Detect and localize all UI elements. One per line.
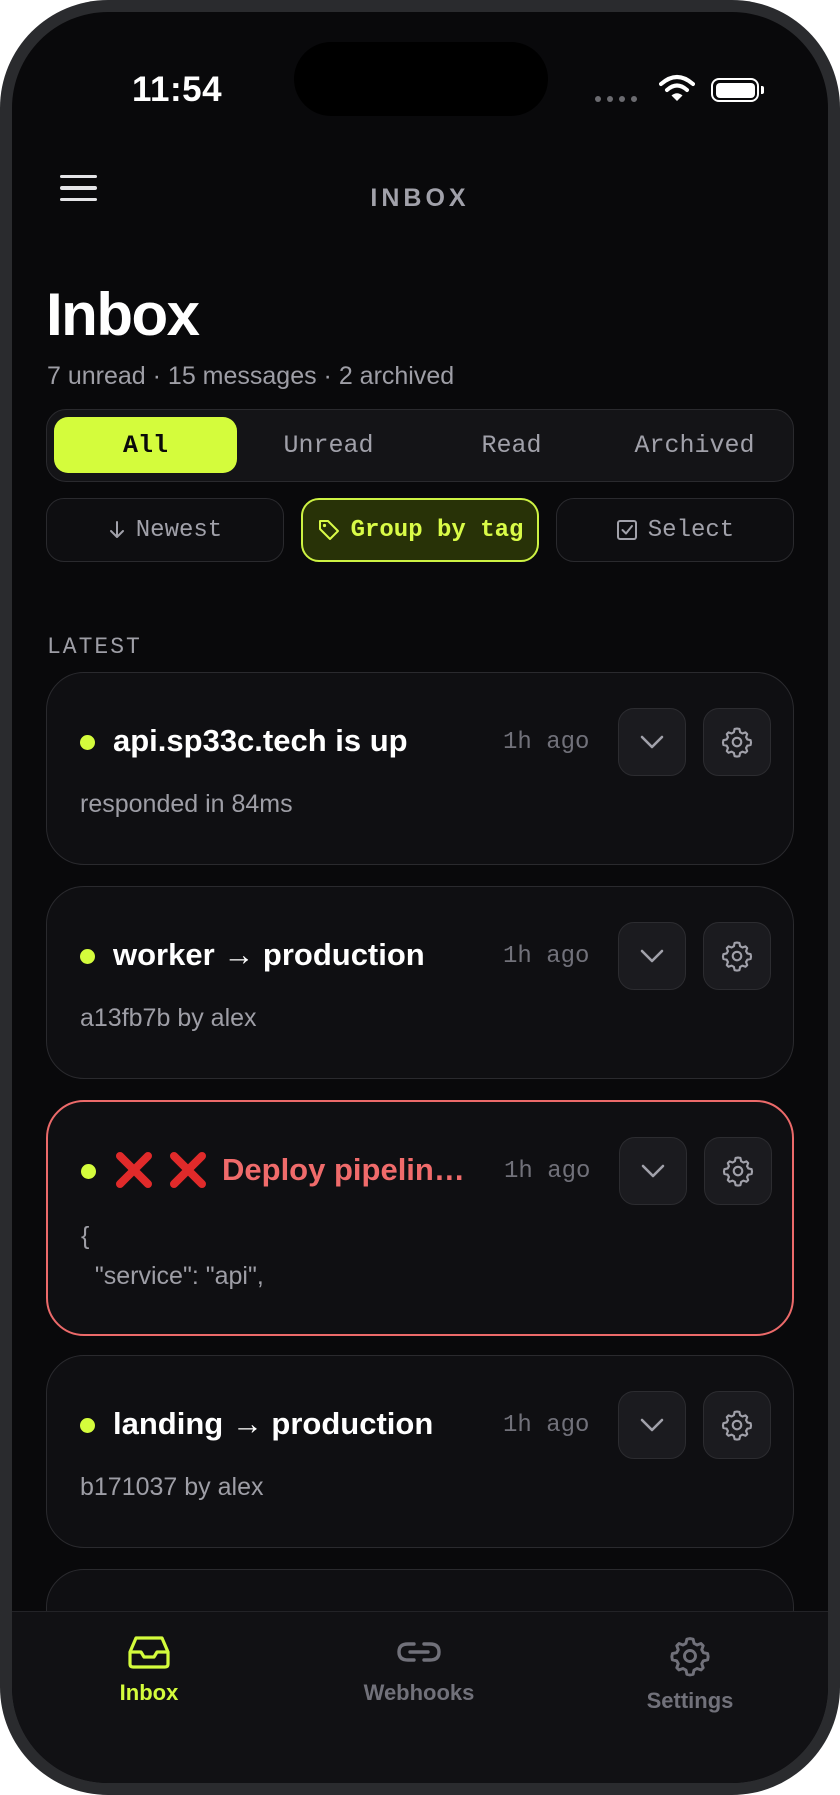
tag-icon [318, 520, 339, 540]
tabbar-label: Settings [646, 1688, 734, 1713]
message-title: Deploy pipeline failed [222, 1152, 474, 1187]
chevron-down-icon [640, 949, 664, 963]
tab-read[interactable]: Read [420, 417, 603, 473]
unread-dot [81, 1164, 96, 1179]
expand-button[interactable] [618, 1391, 686, 1459]
device-frame: 11:54 INBOX Inbox 7 unread · 15 messages… [0, 0, 840, 1795]
tab-unread[interactable]: Unread [237, 417, 420, 473]
chevron-down-icon [640, 1418, 664, 1432]
message-title: api.sp33c.tech is up [113, 723, 408, 758]
gear-icon [722, 1156, 754, 1187]
message-time: 1h ago [503, 729, 590, 756]
page-subtitle: 7 unread · 15 messages · 2 archived [47, 362, 455, 390]
message-settings-button[interactable] [703, 708, 771, 776]
expand-button[interactable] [619, 1137, 687, 1205]
error-icons [114, 1150, 208, 1190]
unread-dot [80, 735, 95, 750]
tabbar-item-settings[interactable]: Settings [590, 1612, 790, 1732]
link-icon [397, 1642, 441, 1662]
message-title: landing → production [113, 1406, 434, 1441]
checkbox-icon [616, 520, 637, 540]
inbox-icon [128, 1636, 170, 1669]
message-settings-button[interactable] [703, 922, 771, 990]
tab-archived[interactable]: Archived [603, 417, 786, 473]
expand-button[interactable] [618, 708, 686, 776]
hamburger-icon [60, 174, 97, 179]
unread-dot [80, 949, 95, 964]
message-settings-button[interactable] [703, 1391, 771, 1459]
tab-all[interactable]: All [54, 417, 237, 473]
group-label: Group by tag [350, 516, 524, 544]
cellular-signal-icon [595, 96, 637, 102]
select-label: Select [647, 516, 735, 544]
x-icon [170, 1152, 206, 1188]
section-label: LATEST [47, 634, 142, 660]
battery-icon [711, 78, 764, 102]
message-time: 1h ago [503, 1412, 590, 1439]
tabbar-item-inbox[interactable]: Inbox [49, 1612, 249, 1732]
wifi-icon [659, 75, 695, 101]
message-preview: { "service": "api", [81, 1222, 264, 1290]
message-preview: a13fb7b by alex [80, 1004, 257, 1032]
bottom-tab-bar: Inbox Webhooks Settings [12, 1611, 828, 1783]
sort-button[interactable]: Newest [46, 498, 284, 562]
message-settings-button[interactable] [704, 1137, 772, 1205]
status-time: 11:54 [131, 70, 223, 109]
gear-icon [721, 941, 753, 972]
page-title: Inbox [46, 281, 200, 348]
tabbar-label: Inbox [119, 1680, 179, 1705]
arrow-down-icon [109, 521, 124, 538]
message-card[interactable]: landing → production 1h ago b171037 by a… [46, 1355, 794, 1548]
message-time: 1h ago [504, 1158, 591, 1185]
dynamic-island [294, 42, 548, 116]
message-preview: responded in 84ms [80, 790, 293, 818]
select-button[interactable]: Select [556, 498, 794, 562]
message-card[interactable]: api.sp33c.tech is up 1h ago responded in… [46, 672, 794, 865]
unread-dot [80, 1418, 95, 1433]
filter-tabs: All Unread Read Archived [46, 409, 794, 482]
message-preview: b171037 by alex [80, 1473, 264, 1501]
expand-button[interactable] [618, 922, 686, 990]
gear-icon [721, 727, 753, 758]
tabbar-item-webhooks[interactable]: Webhooks [319, 1612, 519, 1732]
message-card[interactable]: worker → production 1h ago a13fb7b by al… [46, 886, 794, 1079]
message-time: 1h ago [503, 943, 590, 970]
message-title: worker → production [113, 937, 425, 972]
tabbar-label: Webhooks [363, 1680, 475, 1705]
sort-label: Newest [135, 516, 223, 544]
gear-icon [721, 1410, 753, 1441]
group-by-tag-button[interactable]: Group by tag [301, 498, 539, 562]
chevron-down-icon [640, 735, 664, 749]
gear-icon [670, 1637, 710, 1677]
nav-title: INBOX [370, 184, 470, 212]
screen: 11:54 INBOX Inbox 7 unread · 15 messages… [12, 12, 828, 1783]
chevron-down-icon [641, 1164, 665, 1178]
x-icon [116, 1152, 152, 1188]
message-card-error[interactable]: Deploy pipeline failed 1h ago { "service… [46, 1100, 794, 1336]
